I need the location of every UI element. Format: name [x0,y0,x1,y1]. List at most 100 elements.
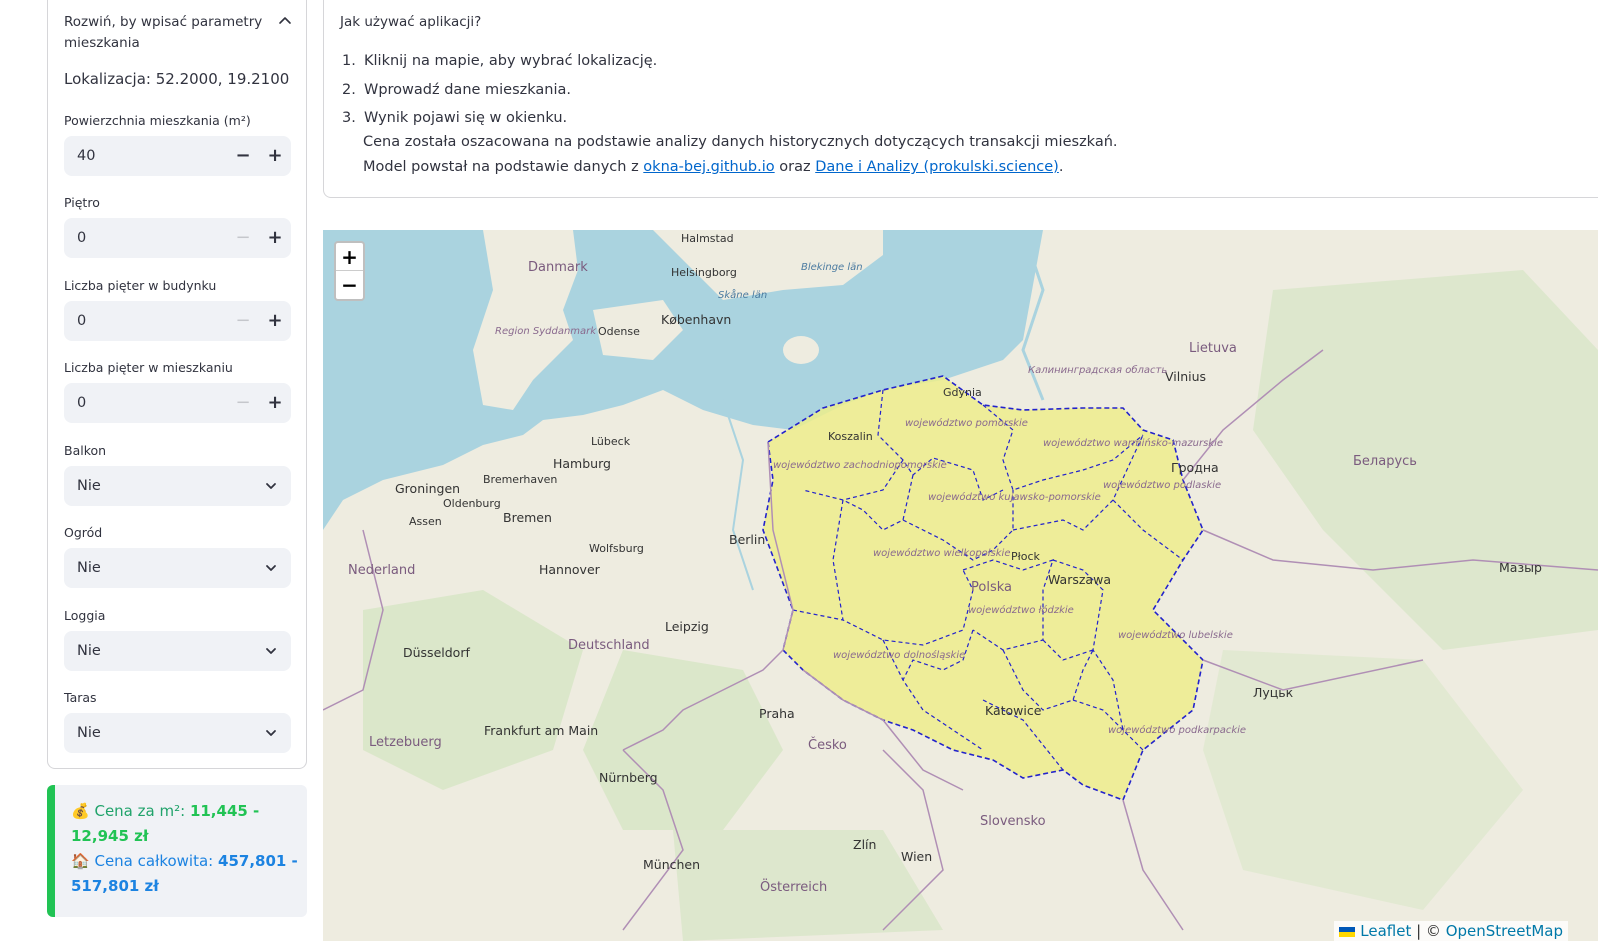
map-view[interactable]: Halmstad Helsingborg København Odense Lü… [323,230,1598,941]
area-increment-button[interactable]: + [259,136,291,176]
map-label: Hamburg [553,456,611,471]
map-label: Danmark [528,260,588,275]
map-label: Katowice [985,703,1042,718]
map-label: województwo zachodniopomorskie [773,460,947,471]
map-label: Hannover [539,562,600,577]
balcony-select[interactable]: Nie [64,466,291,506]
map-label: Gdynia [943,386,982,399]
floor-value[interactable]: 0 [77,218,86,258]
map-label: Slovensko [980,814,1046,829]
map-label: Wolfsburg [589,542,644,555]
map-label: województwo kujawsko-pomorskie [928,492,1101,503]
map-label: München [643,857,701,872]
map-label: województwo pomorskie [905,418,1028,429]
map-label: Lietuva [1189,341,1237,356]
parameters-expander: Rozwiń, by wpisać parametry mieszkania L… [47,0,307,769]
zoom-in-button[interactable]: + [336,243,363,271]
chevron-down-icon [266,648,276,654]
building-floors-decrement-button[interactable]: − [227,301,259,341]
chevron-up-icon[interactable] [276,12,294,30]
loggia-label: Loggia [64,608,106,623]
osm-link[interactable]: OpenStreetMap [1446,922,1563,940]
map-label: województwo łódzkie [968,605,1074,616]
map-label: Helsingborg [671,266,737,279]
map-label: Lübeck [591,435,631,448]
map-label: Blekinge län [801,262,863,273]
map-label: Bremerhaven [483,473,558,486]
garden-value: Nie [77,560,101,576]
map-label: Warszawa [1048,572,1111,587]
chevron-down-icon [266,565,276,571]
map-label: województwo warmińsko-mazurskie [1043,438,1224,449]
map-label: Nürnberg [599,770,658,785]
chevron-down-icon [266,730,276,736]
apartment-floors-value[interactable]: 0 [77,383,86,423]
terrace-select[interactable]: Nie [64,713,291,753]
terrace-value: Nie [77,725,101,741]
map-label: Leipzig [665,619,709,634]
map-label: Berlin [729,532,766,547]
terrace-label: Taras [64,690,97,705]
source-link-okna[interactable]: okna-bej.github.io [643,159,774,175]
source-link-prokulski[interactable]: Dane i Analizy (prokulski.science) [815,159,1059,175]
map-label: Гродна [1171,460,1219,475]
map-label: Oldenburg [443,497,501,510]
total-price-label: Cena całkowita: [94,852,214,870]
garden-select[interactable]: Nie [64,548,291,588]
chevron-down-icon [266,483,276,489]
zoom-control: + − [334,241,365,301]
apartment-floors-increment-button[interactable]: + [259,383,291,423]
list-item: 1. Kliknij na mapie, aby wybrać lokalizac… [342,53,658,69]
map-label: Polska [971,580,1012,595]
expander-header-label[interactable]: Rozwiń, by wpisać parametry mieszkania [64,12,284,54]
apartment-floors-input[interactable]: 0 − + [64,383,291,423]
map-label: Letzebuerg [369,735,442,750]
map-label: Беларусь [1353,454,1417,469]
map-label: Луцьк [1253,685,1294,700]
floor-input[interactable]: 0 − + [64,218,291,258]
garden-label: Ogród [64,525,103,540]
building-floors-value[interactable]: 0 [77,301,86,341]
map-label: Odense [598,325,640,338]
balcony-label: Balkon [64,443,107,458]
money-bag-icon: 💰 [71,802,90,820]
map-label: Frankfurt am Main [484,723,599,738]
help-note-sources: Model powstał na podstawie danych z okna… [363,159,1064,175]
price-per-sqm-label: Cena za m²: [94,802,186,820]
building-floors-increment-button[interactable]: + [259,301,291,341]
map-label: Česko [808,738,847,753]
area-decrement-button[interactable]: − [227,136,259,176]
map-label: województwo lubelskie [1118,630,1233,641]
map-label: Praha [759,706,795,721]
floor-increment-button[interactable]: + [259,218,291,258]
map-label: Düsseldorf [403,645,470,660]
map-attribution: Leaflet | © OpenStreetMap [1334,921,1568,941]
loggia-value: Nie [77,643,101,659]
price-per-sqm-line: 💰 Cena za m²: 11,445 - 12,945 zł [71,799,307,849]
apartment-floors-label: Liczba pięter w mieszkaniu [64,360,233,375]
balcony-value: Nie [77,478,101,494]
leaflet-link[interactable]: Leaflet [1360,922,1411,940]
area-value[interactable]: 40 [77,136,95,176]
map-label: Koszalin [828,430,873,443]
building-floors-label: Liczba pięter w budynku [64,278,217,293]
apartment-floors-decrement-button[interactable]: − [227,383,259,423]
floor-decrement-button[interactable]: − [227,218,259,258]
map-label: Vilnius [1165,369,1207,384]
loggia-select[interactable]: Nie [64,631,291,671]
map-label: województwo podkarpackie [1108,725,1247,736]
area-input[interactable]: 40 − + [64,136,291,176]
map-label: Zlín [853,837,877,852]
map-label: Nederland [348,563,416,578]
help-note-method: Cena została oszacowana na podstawie ana… [363,134,1118,150]
map-label: województwo dolnośląskie [833,650,966,661]
map-label: Groningen [395,481,461,496]
help-box: Jak używać aplikacji? 1. Kliknij na mapie… [323,0,1598,198]
map-label: Deutschland [568,638,650,653]
map-label: Wien [901,849,933,864]
area-label: Powierzchnia mieszkania (m²) [64,113,251,128]
floor-label: Piętro [64,195,100,210]
total-price-line: 🏠 Cena całkowita: 457,801 - 517,801 zł [71,849,307,899]
zoom-out-button[interactable]: − [336,271,363,299]
building-floors-input[interactable]: 0 − + [64,301,291,341]
